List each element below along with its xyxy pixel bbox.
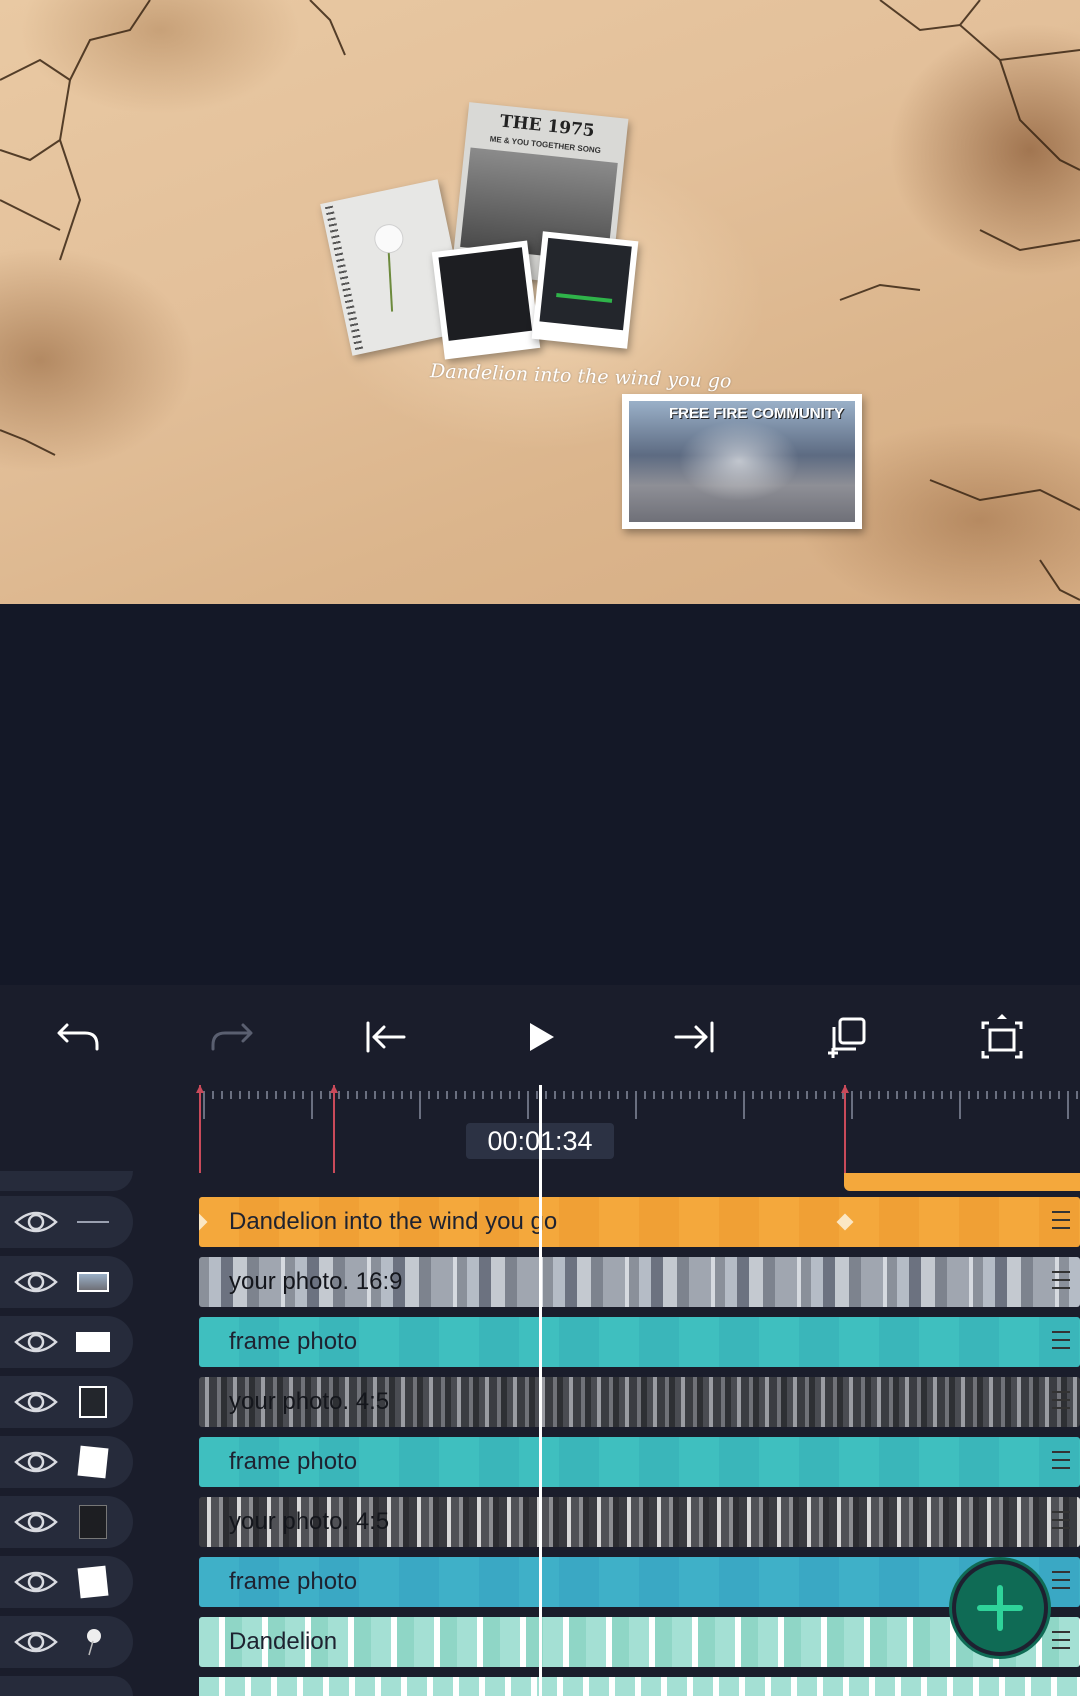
jump-to-end-icon <box>674 1021 714 1053</box>
track-label: your photo. 4:5 <box>229 1508 390 1535</box>
track-drag-handle-icon[interactable] <box>1052 1271 1070 1293</box>
landscape-photo-text: FREE FIRE COMMUNITY <box>669 405 844 422</box>
jump-to-end-button[interactable] <box>662 1005 726 1069</box>
timeline-track-photo[interactable]: your photo. 4:5 <box>199 1497 1080 1547</box>
add-icon <box>977 1585 1023 1631</box>
track-drag-handle-icon[interactable] <box>1052 1331 1070 1353</box>
track-drag-handle-icon[interactable] <box>1052 1571 1070 1593</box>
video-preview[interactable]: THE 1975 ME & YOU TOGETHER SONG Dandelio… <box>0 0 1080 604</box>
play-button[interactable] <box>508 1005 572 1069</box>
jump-to-start-button[interactable] <box>354 1005 418 1069</box>
timeline-track-partial[interactable] <box>199 1677 1080 1696</box>
profile-screenshot-photo[interactable] <box>431 240 541 360</box>
duplicate-layer-icon <box>828 1017 866 1058</box>
track-label: your photo. 4:5 <box>229 1388 390 1415</box>
layer-control <box>0 1436 133 1488</box>
redo-button[interactable] <box>200 1005 264 1069</box>
visibility-eye-icon[interactable] <box>14 1626 58 1658</box>
visibility-eye-icon[interactable] <box>14 1386 58 1418</box>
track-drag-handle-icon[interactable] <box>1052 1511 1070 1533</box>
add-layer-button[interactable] <box>952 1560 1048 1656</box>
visibility-eye-icon[interactable] <box>14 1326 58 1358</box>
track-label: frame photo <box>229 1328 358 1355</box>
timeline-track-frame[interactable]: frame photo <box>199 1317 1080 1367</box>
editor-toolbar <box>0 985 1080 1085</box>
app-screenshot-photo[interactable] <box>531 231 639 349</box>
track-drag-handle-icon[interactable] <box>1052 1451 1070 1473</box>
duplicate-layer-button[interactable] <box>816 1005 880 1069</box>
layer-control <box>0 1376 133 1428</box>
track-label: Dandelion into the wind you go <box>229 1208 558 1235</box>
layer-thumbnail-frame <box>76 1565 110 1599</box>
layer-control <box>0 1196 133 1248</box>
track-label: your photo. 16:9 <box>229 1268 403 1295</box>
layer-thumbnail-photo <box>76 1267 110 1297</box>
timeline-track-image[interactable]: Dandelion <box>199 1617 1080 1667</box>
layer-thumbnail-photo <box>76 1505 110 1539</box>
track-drag-handle-icon[interactable] <box>1052 1631 1070 1653</box>
timeline-track-photo[interactable]: your photo. 4:5 <box>199 1377 1080 1427</box>
timeline-track-text[interactable]: Dandelion into the wind you go <box>199 1197 1080 1247</box>
layer-thumbnail-frame <box>76 1445 110 1479</box>
layer-thumbnail-frame <box>76 1327 110 1357</box>
track-label: frame photo <box>229 1568 358 1595</box>
layer-thumbnail-dandelion <box>76 1627 110 1657</box>
layer-control <box>0 1316 133 1368</box>
layer-control <box>0 1496 133 1548</box>
layer-control <box>0 1256 133 1308</box>
layer-control-partial <box>0 1676 133 1696</box>
playhead[interactable] <box>539 1085 542 1696</box>
track-label: frame photo <box>229 1448 358 1475</box>
visibility-eye-icon[interactable] <box>14 1206 58 1238</box>
fullscreen-icon <box>981 1014 1023 1059</box>
jump-to-start-icon <box>366 1021 406 1053</box>
layer-control <box>0 1616 133 1668</box>
visibility-eye-icon[interactable] <box>14 1446 58 1478</box>
undo-icon <box>57 1023 99 1051</box>
visibility-eye-icon[interactable] <box>14 1506 58 1538</box>
timeline-track-partial[interactable] <box>844 1173 1080 1191</box>
visibility-eye-icon[interactable] <box>14 1566 58 1598</box>
layer-control <box>0 1556 133 1608</box>
track-label: Dandelion <box>229 1628 338 1655</box>
fullscreen-button[interactable] <box>970 1005 1034 1069</box>
timeline-track-frame[interactable]: frame photo <box>199 1437 1080 1487</box>
track-drag-handle-icon[interactable] <box>1052 1211 1070 1233</box>
redo-icon <box>211 1023 253 1051</box>
visibility-eye-icon[interactable] <box>14 1266 58 1298</box>
layer-thumbnail-photo <box>76 1386 110 1418</box>
layer-control-partial <box>0 1171 133 1191</box>
keyframe-marker[interactable] <box>196 1085 204 1173</box>
keyframe-marker[interactable] <box>330 1085 338 1173</box>
keyframe-marker[interactable] <box>841 1085 849 1173</box>
layer-thumbnail-text <box>76 1207 110 1237</box>
undo-button[interactable] <box>46 1005 110 1069</box>
timeline-track-photo[interactable]: your photo. 16:9 <box>199 1257 1080 1307</box>
track-drag-handle-icon[interactable] <box>1052 1391 1070 1413</box>
play-icon <box>530 1023 554 1051</box>
timeline-track-frame[interactable]: frame photo <box>199 1557 1080 1607</box>
landscape-photo[interactable]: FREE FIRE COMMUNITY <box>622 394 862 529</box>
